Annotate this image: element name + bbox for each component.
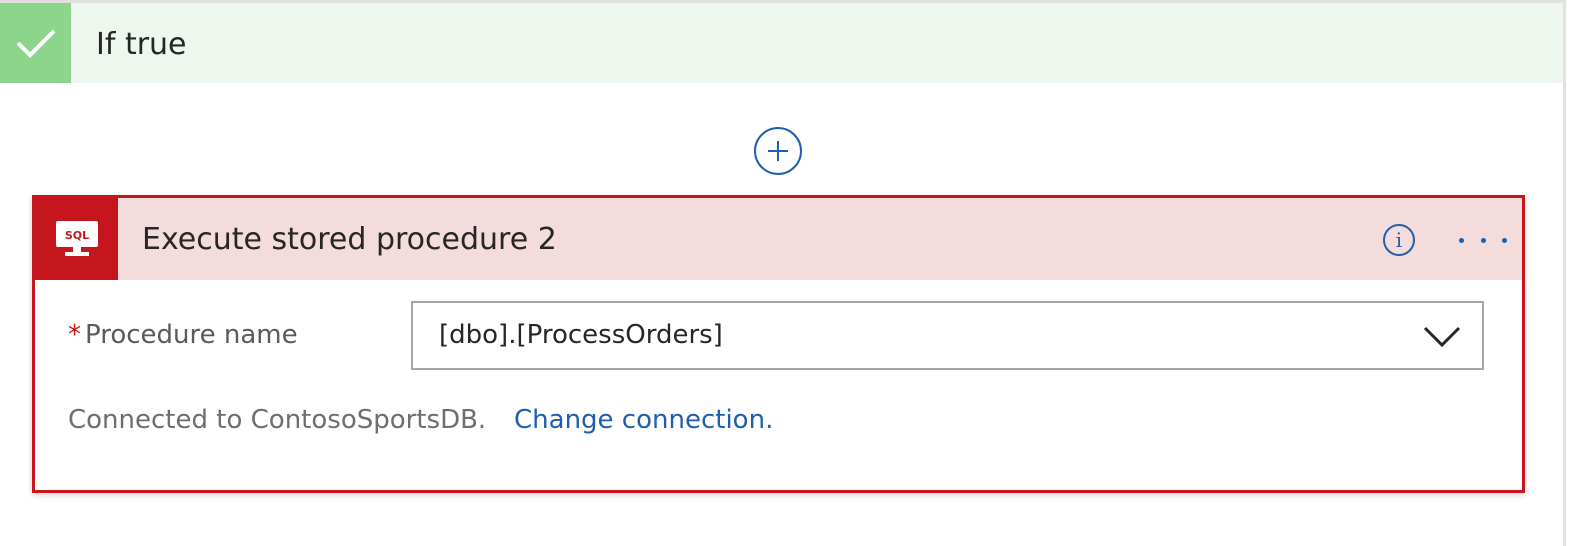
- connection-status-text: Connected to ContosoSportsDB.: [68, 405, 487, 435]
- change-connection-link[interactable]: Change connection.: [514, 405, 773, 435]
- info-icon[interactable]: i: [1383, 224, 1415, 256]
- add-step-button[interactable]: [754, 127, 802, 175]
- procedure-name-dropdown[interactable]: [dbo].[ProcessOrders]: [411, 301, 1484, 370]
- if-true-branch-header[interactable]: If true: [0, 0, 1563, 83]
- action-title: Execute stored procedure 2: [142, 222, 557, 257]
- chevron-down-icon[interactable]: [1402, 303, 1482, 368]
- more-options-icon[interactable]: [1459, 222, 1507, 258]
- checkmark-icon: [0, 3, 71, 83]
- sql-server-icon: SQL: [35, 198, 118, 280]
- procedure-name-label-text: Procedure name: [85, 320, 298, 350]
- workflow-canvas: If true SQL Execute stored procedure 2 i…: [0, 0, 1566, 546]
- action-card: SQL Execute stored procedure 2 i * Proced…: [32, 195, 1525, 493]
- action-card-header[interactable]: SQL Execute stored procedure 2 i: [35, 198, 1522, 280]
- required-marker: *: [68, 320, 81, 350]
- branch-title: If true: [96, 27, 187, 62]
- procedure-name-value: [dbo].[ProcessOrders]: [439, 320, 723, 350]
- procedure-name-label: * Procedure name: [68, 320, 298, 350]
- sql-icon-text: SQL: [64, 229, 88, 242]
